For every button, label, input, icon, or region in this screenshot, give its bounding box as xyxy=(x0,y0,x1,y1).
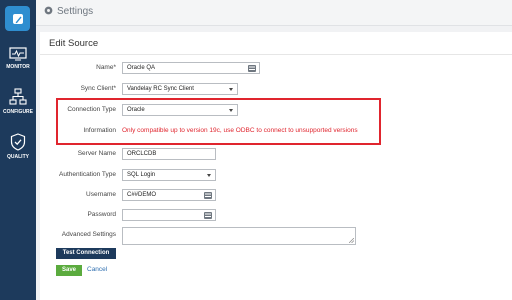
edit-source-panel: Edit Source xyxy=(40,32,512,300)
cancel-link[interactable]: Cancel xyxy=(87,266,107,273)
server-name-label: Server Name xyxy=(77,150,116,157)
information-text: Only compatible up to version 19c, use O… xyxy=(122,127,358,134)
sync-client-select[interactable]: Vandelay RC Sync Client xyxy=(122,83,238,95)
name-input[interactable]: Oracle QA xyxy=(122,62,260,74)
quality-icon xyxy=(10,133,26,151)
page-title: Settings xyxy=(57,6,94,17)
username-label: Username xyxy=(86,191,116,198)
resize-handle-icon[interactable] xyxy=(349,238,354,243)
connection-type-label: Connection Type xyxy=(67,106,116,113)
auth-type-label: Authentication Type xyxy=(59,171,116,178)
sync-client-label: Sync Client* xyxy=(80,85,116,92)
monitor-icon xyxy=(9,47,27,61)
password-label: Password xyxy=(87,211,116,218)
app-logo[interactable] xyxy=(5,6,30,31)
chevron-down-icon xyxy=(229,109,233,112)
server-name-input[interactable]: ORCLCDB xyxy=(122,148,216,160)
username-input[interactable]: C##DEMO xyxy=(122,189,216,201)
username-value: C##DEMO xyxy=(127,192,157,198)
advanced-settings-label: Advanced Settings xyxy=(61,231,116,238)
chevron-down-icon xyxy=(229,88,233,91)
auth-type-select[interactable]: SQL Login xyxy=(122,169,216,181)
top-bar: Settings xyxy=(36,0,512,26)
information-label: Information xyxy=(83,127,116,134)
sync-client-value: Vandelay RC Sync Client xyxy=(127,86,194,92)
password-input[interactable] xyxy=(122,209,216,221)
chevron-down-icon xyxy=(207,174,211,177)
test-connection-button[interactable]: Test Connection xyxy=(56,248,116,259)
connection-type-select[interactable]: Oracle xyxy=(122,104,238,116)
advanced-settings-textarea[interactable] xyxy=(122,227,356,245)
save-button[interactable]: Save xyxy=(56,265,82,276)
keyboard-icon[interactable] xyxy=(204,192,212,199)
divider xyxy=(40,54,512,55)
panel-title: Edit Source xyxy=(49,38,99,49)
pencil-icon xyxy=(12,13,23,24)
keyboard-icon[interactable] xyxy=(248,65,256,72)
gear-icon xyxy=(44,6,53,15)
auth-type-value: SQL Login xyxy=(127,172,156,178)
name-value: Oracle QA xyxy=(127,65,156,71)
connection-type-value: Oracle xyxy=(127,107,145,113)
name-label: Name* xyxy=(96,64,116,71)
keyboard-icon[interactable] xyxy=(204,212,212,219)
configure-icon xyxy=(9,88,27,105)
server-name-value: ORCLCDB xyxy=(127,151,157,157)
